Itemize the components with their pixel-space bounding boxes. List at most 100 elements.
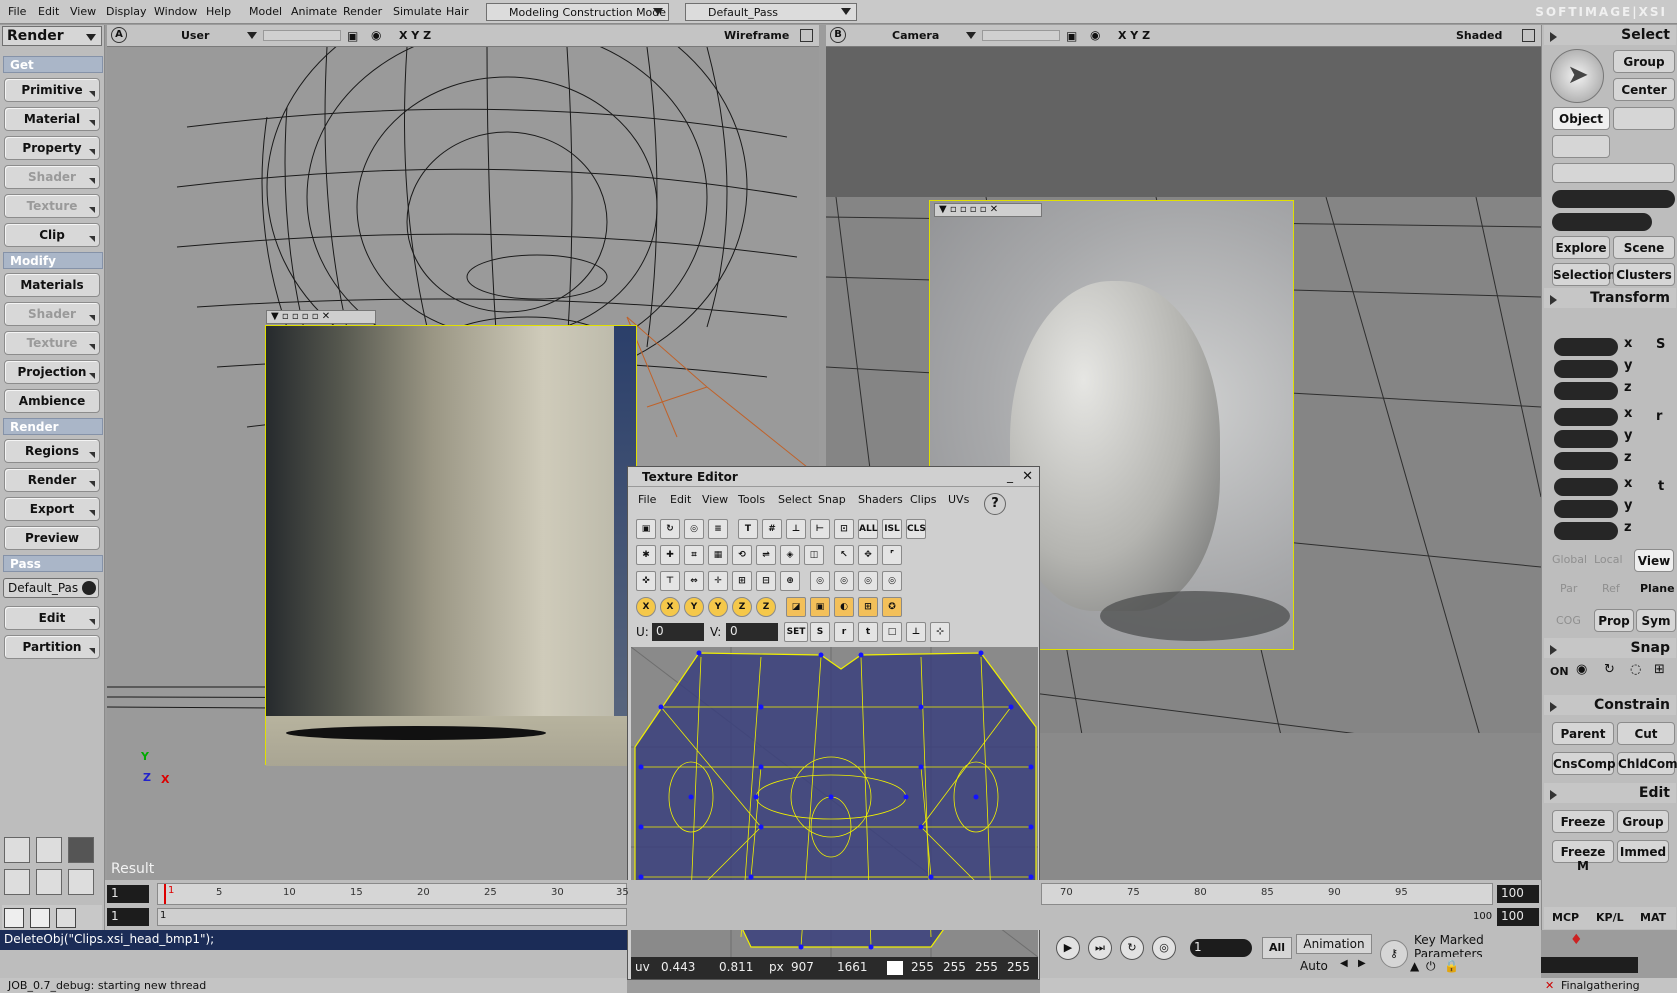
layout-columns-icon[interactable] (36, 869, 62, 895)
section-pass[interactable]: Pass (3, 555, 103, 572)
snap-surface-icon[interactable]: ◌ (1630, 662, 1641, 677)
scale-tool-button[interactable]: S (1656, 337, 1665, 352)
view-button[interactable]: View (1634, 549, 1674, 572)
x-minus-icon[interactable]: X (636, 597, 656, 617)
snap-point-icon[interactable]: ◉ (1576, 662, 1587, 677)
shader-button[interactable]: Shader (4, 165, 100, 189)
y-minus-icon[interactable]: Y (708, 597, 728, 617)
timeline-start-field[interactable]: 1 (107, 885, 149, 903)
menu-window[interactable]: Window (154, 5, 197, 18)
property-button[interactable]: Property (4, 136, 100, 160)
filter-blank-button-2[interactable] (1552, 135, 1610, 158)
transform-header[interactable]: Transform (1544, 288, 1676, 308)
menu-render[interactable]: Render (343, 5, 382, 18)
palette-icon[interactable] (56, 908, 76, 928)
select-arrow-icon[interactable]: ➤ (1550, 49, 1604, 103)
scene-button[interactable]: Scene (1613, 236, 1675, 259)
te-menu-view[interactable]: View (702, 493, 728, 506)
relax-icon[interactable]: ✱ (636, 545, 656, 565)
lock-icon[interactable]: ▣ (636, 519, 656, 539)
viewport-b-letter[interactable]: B (830, 27, 846, 43)
sphere-icon[interactable]: ⊕ (780, 571, 800, 591)
x-plus-icon[interactable]: X (660, 597, 680, 617)
next-icon[interactable]: ▶ (1358, 958, 1366, 969)
scale-icon[interactable]: ✜ (636, 571, 656, 591)
play-icon[interactable]: ▶ (1056, 936, 1080, 960)
material-button[interactable]: Material (4, 107, 100, 131)
export-button[interactable]: Export (4, 497, 100, 521)
te-menu-clips[interactable]: Clips (910, 493, 937, 506)
marked-icon[interactable]: ♦ (1570, 932, 1583, 948)
render-button[interactable]: Render (4, 468, 100, 492)
modify-shader-button[interactable]: Shader (4, 302, 100, 326)
sym-button[interactable]: Sym (1636, 609, 1676, 632)
eye-icon[interactable]: ◉ (1090, 28, 1100, 42)
ref-button[interactable]: Ref (1602, 582, 1620, 595)
parent-button[interactable]: Parent (1552, 722, 1614, 745)
viewport-a-xyz[interactable]: X Y Z (399, 29, 431, 42)
finalgathering-field[interactable]: ✕ Finalgathering (1541, 978, 1677, 993)
playhead[interactable] (164, 884, 166, 904)
spatial-icon[interactable]: ✪ (882, 597, 902, 617)
layout-stack-icon[interactable] (4, 869, 30, 895)
edit-header[interactable]: Edit (1544, 783, 1676, 803)
render-region-bar[interactable]: ▼ ▫ ▫ ▫ ▫ ✕ (934, 203, 1042, 217)
rotate-z-field[interactable] (1554, 452, 1618, 470)
cog-button[interactable]: COG (1556, 614, 1581, 627)
v-input[interactable]: 0 (726, 623, 778, 641)
pass-select[interactable]: Default_Pass (685, 3, 857, 21)
ambience-button[interactable]: Ambience (4, 389, 100, 413)
menu-simulate[interactable]: Simulate (393, 5, 442, 18)
viewport-b-display-mode[interactable]: Shaded (1456, 29, 1502, 42)
s-icon[interactable]: S (810, 622, 830, 642)
local-button[interactable]: Local (1594, 553, 1623, 566)
render-region-bar[interactable]: ▼ ▫ ▫ ▫ ▫ ✕ (266, 310, 376, 324)
timeline-end-field-2[interactable]: 100 (1497, 908, 1539, 926)
sync-icon[interactable]: ↻ (660, 519, 680, 539)
freeze-m-button[interactable]: Freeze M (1552, 840, 1614, 873)
viewport-b-xyz[interactable]: X Y Z (1118, 29, 1150, 42)
next-key-icon[interactable]: ⏭ (1088, 936, 1112, 960)
island-icon[interactable]: ISL (882, 519, 902, 539)
module-select[interactable]: Render (2, 26, 102, 46)
move-icon[interactable]: ✥ (858, 545, 878, 565)
te-menu-snap[interactable]: Snap (818, 493, 846, 506)
select-all-icon[interactable]: ALL (858, 519, 878, 539)
texture-button[interactable]: Texture (4, 194, 100, 218)
te-menu-select[interactable]: Select (778, 493, 812, 506)
layout-split-icon[interactable] (36, 837, 62, 863)
snap-on-button[interactable]: ON (1550, 665, 1569, 678)
section-modify[interactable]: Modify (3, 252, 103, 269)
construction-mode-select[interactable]: Modeling Construction Mode (486, 3, 669, 21)
selection-field-2[interactable] (1552, 213, 1652, 231)
cnscomp-button[interactable]: CnsComp (1552, 752, 1616, 775)
heal-icon[interactable]: ✚ (660, 545, 680, 565)
timeline-start-field-2[interactable]: 1 (107, 908, 149, 926)
pass-dropdown[interactable]: Default_Pas (3, 578, 99, 598)
translate-z-field[interactable] (1554, 522, 1618, 540)
snap-edge-icon[interactable]: ⊢ (810, 519, 830, 539)
box-icon[interactable]: ◪ (786, 597, 806, 617)
te-menu-uvs[interactable]: UVs (948, 493, 969, 506)
viewport-a-letter[interactable]: A (111, 27, 127, 43)
par-button[interactable]: Par (1560, 582, 1577, 595)
constrain-header[interactable]: Constrain (1544, 695, 1676, 715)
rotate-x-field[interactable] (1554, 408, 1618, 426)
refresh-icon[interactable]: ◎ (684, 519, 704, 539)
translate-tool-button[interactable]: t (1658, 479, 1664, 494)
t-icon[interactable]: t (858, 622, 878, 642)
camera-icon[interactable]: ▣ (347, 29, 358, 43)
lines-icon[interactable]: ≡ (708, 519, 728, 539)
range-bar[interactable]: 1 (157, 908, 627, 926)
selection-button[interactable]: Selection (1552, 263, 1616, 286)
all-button[interactable]: All (1262, 937, 1292, 959)
command-line[interactable]: DeleteObj("Clips.xsi_head_bmp1"); (0, 930, 627, 950)
marked-dropdown-icon[interactable]: ▲ (1410, 959, 1419, 973)
circle-icon-1[interactable]: ◎ (810, 571, 830, 591)
menu-display[interactable]: Display (106, 5, 147, 18)
rotate-icon[interactable]: ⟲ (732, 545, 752, 565)
align-icon[interactable]: ◈ (780, 545, 800, 565)
grid-icon[interactable]: # (762, 519, 782, 539)
viewport-a-layer-buttons[interactable] (263, 30, 341, 41)
translate-x-field[interactable] (1554, 478, 1618, 496)
